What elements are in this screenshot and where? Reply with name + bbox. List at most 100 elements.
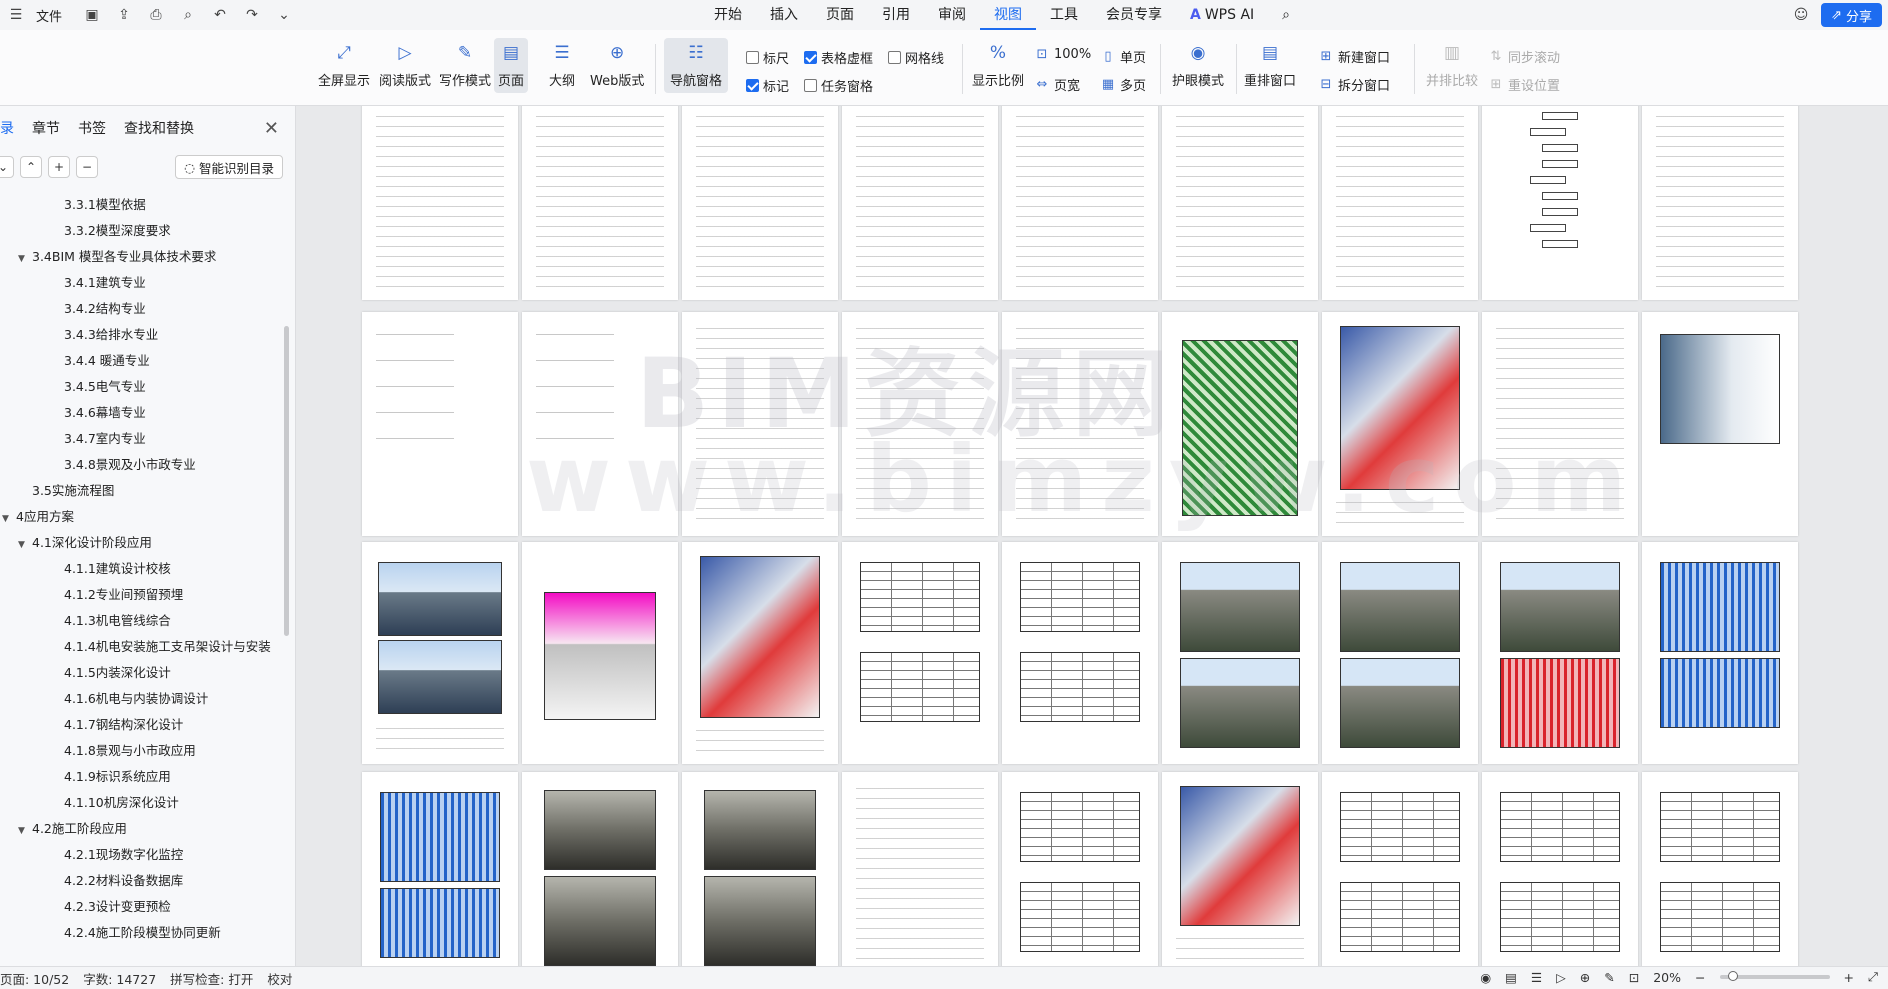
tab-3[interactable]: 引用 [868, 0, 924, 30]
collapse-arrow-icon[interactable]: ▼ [18, 818, 32, 844]
toc-item[interactable]: 4.1.10机房深化设计 [64, 790, 179, 816]
chevron-down-icon[interactable]: ⌄ [272, 3, 296, 27]
task-pane-checkbox[interactable]: 任务窗格 [804, 76, 873, 95]
page-thumbnail[interactable] [1322, 312, 1478, 536]
word-count[interactable]: 字数: 14727 [83, 969, 156, 988]
toc-item[interactable]: 3.5实施流程图 [32, 478, 114, 504]
page-thumbnail[interactable] [1642, 106, 1798, 300]
page-thumbnail[interactable] [1162, 772, 1318, 966]
page-thumbnail[interactable] [522, 106, 678, 300]
single-page-button[interactable]: ▯ 单页 [1100, 47, 1146, 66]
outline-button[interactable]: ☰ 大纲 [549, 42, 575, 89]
reading-mode-button[interactable]: ▷ 阅读版式 [379, 42, 431, 89]
toc-item[interactable]: ▼ 4应用方案 [2, 504, 74, 530]
undo-icon[interactable]: ↶ [208, 3, 232, 27]
nav-scrollbar[interactable] [284, 326, 289, 636]
nav-tab-sections[interactable]: 章节 [32, 118, 60, 138]
eye-status-icon[interactable]: ◉ [1480, 970, 1491, 985]
page-thumbnail[interactable] [362, 312, 518, 536]
page-thumbnail[interactable] [1322, 106, 1478, 300]
nav-pane-button[interactable]: ☷ 导航窗格 [664, 38, 728, 93]
page-thumbnail[interactable] [682, 542, 838, 764]
page-thumbnail[interactable] [1002, 312, 1158, 536]
tab-6[interactable]: 工具 [1036, 0, 1092, 30]
page-thumbnail[interactable] [1002, 106, 1158, 300]
save-icon[interactable]: ▣ [80, 3, 104, 27]
tab-0[interactable]: 开始 [700, 0, 756, 30]
page-thumbnail[interactable] [522, 312, 678, 536]
toc-item[interactable]: ▼ 4.2施工阶段应用 [18, 816, 127, 842]
spell-check[interactable]: 拼写检查: 打开 [170, 969, 253, 988]
toc-item[interactable]: ▼ 3.4BIM 模型各专业具体技术要求 [18, 244, 216, 270]
toc-item[interactable]: 4.1.5内装深化设计 [64, 660, 171, 686]
page-thumbnail[interactable] [842, 312, 998, 536]
page-thumbnail[interactable] [1322, 772, 1478, 966]
file-menu[interactable]: 文件 [36, 6, 62, 25]
toc-item[interactable]: 4.1.2专业间预留预埋 [64, 582, 183, 608]
new-window-button[interactable]: ⊞ 新建窗口 [1318, 47, 1390, 66]
zoom-slider[interactable] [1719, 971, 1830, 981]
page-thumbnail[interactable] [682, 312, 838, 536]
add-icon[interactable]: + [48, 156, 70, 178]
page-thumbnail[interactable] [1642, 772, 1798, 966]
page-thumbnail[interactable] [1162, 542, 1318, 764]
page-thumbnail[interactable] [1002, 542, 1158, 764]
toc-item[interactable]: 3.3.2模型深度要求 [64, 218, 171, 244]
move-up-icon[interactable]: ⌃ [20, 156, 42, 178]
page-view-button[interactable]: ▤ 页面 [494, 38, 529, 93]
table-gridlines-checkbox[interactable]: 表格虚框 [804, 48, 873, 67]
page-view-icon[interactable]: ▤ [1505, 970, 1517, 985]
web-view-icon[interactable]: ⊕ [1580, 970, 1590, 985]
nav-tab-find-replace[interactable]: 查找和替换 [124, 118, 194, 138]
toc-item[interactable]: 4.2.4施工阶段模型协同更新 [64, 920, 221, 946]
page-thumbnail[interactable] [1642, 542, 1798, 764]
toc-item[interactable]: 3.4.4 暖通专业 [64, 348, 150, 374]
toc-item[interactable]: 4.1.1建筑设计校核 [64, 556, 171, 582]
page-thumbnail[interactable] [842, 772, 998, 966]
web-layout-button[interactable]: ⊕ Web版式 [590, 42, 644, 89]
zoom-knob[interactable] [1727, 971, 1738, 981]
menu-icon[interactable]: ☰ [4, 3, 28, 27]
multi-page-button[interactable]: ▦ 多页 [1100, 75, 1146, 94]
rearrange-window-button[interactable]: ▤ 重排窗口 [1244, 42, 1296, 89]
export-icon[interactable]: ⇪ [112, 3, 136, 27]
reading-view-icon[interactable]: ▷ [1556, 970, 1566, 985]
tab-2[interactable]: 页面 [812, 0, 868, 30]
zoom-out-icon[interactable]: − [1695, 970, 1705, 985]
page-thumbnail[interactable] [522, 542, 678, 764]
toc-item[interactable]: ▼ 4.1深化设计阶段应用 [18, 530, 152, 556]
sync-scroll-button[interactable]: ⇅ 同步滚动 [1488, 47, 1560, 66]
expand-icon[interactable]: ⌄ [0, 156, 14, 178]
collapse-arrow-icon[interactable]: ▼ [18, 246, 32, 272]
reset-position-button[interactable]: ⊞ 重设位置 [1488, 75, 1560, 94]
toc-item[interactable]: 4.1.4机电安装施工支吊架设计与安装 [64, 634, 271, 660]
page-thumbnail[interactable] [842, 542, 998, 764]
toc-item[interactable]: 4.2.2材料设备数据库 [64, 868, 183, 894]
page-thumbnail[interactable] [1482, 772, 1638, 966]
toc-item[interactable]: 4.1.7钢结构深化设计 [64, 712, 183, 738]
toc-item[interactable]: 3.4.3给排水专业 [64, 322, 158, 348]
fullscreen-corner-icon[interactable]: ⤢ [1868, 969, 1878, 985]
toc-item[interactable]: 4.1.8景观与小市政应用 [64, 738, 196, 764]
eye-mode-button[interactable]: ◉ 护眼模式 [1172, 42, 1224, 89]
page-thumbnail[interactable] [842, 106, 998, 300]
tab-4[interactable]: 审阅 [924, 0, 980, 30]
smart-toc-button[interactable]: ◌ 智能识别目录 [175, 155, 283, 179]
tab-8[interactable]: A WPS AI [1176, 0, 1268, 30]
page-thumbnail[interactable] [1162, 106, 1318, 300]
nav-tab-bookmarks[interactable]: 书签 [78, 118, 106, 138]
write-view-icon[interactable]: ✎ [1604, 970, 1614, 985]
page-thumbnail[interactable] [1162, 312, 1318, 536]
print-preview-icon[interactable]: ⌕ [176, 3, 200, 27]
page-thumbnail[interactable] [682, 772, 838, 966]
redo-icon[interactable]: ↷ [240, 3, 264, 27]
remove-icon[interactable]: − [76, 156, 98, 178]
close-icon[interactable]: ✕ [264, 118, 279, 139]
print-icon[interactable]: ⎙ [144, 3, 168, 27]
tab-5[interactable]: 视图 [980, 0, 1036, 30]
toc-item[interactable]: 3.4.6幕墙专业 [64, 400, 146, 426]
toc-item[interactable]: 3.4.2结构专业 [64, 296, 146, 322]
page-thumbnail[interactable] [362, 106, 518, 300]
outline-view-icon[interactable]: ☰ [1531, 970, 1542, 985]
share-button[interactable]: ⇗ 分享 [1821, 3, 1882, 27]
